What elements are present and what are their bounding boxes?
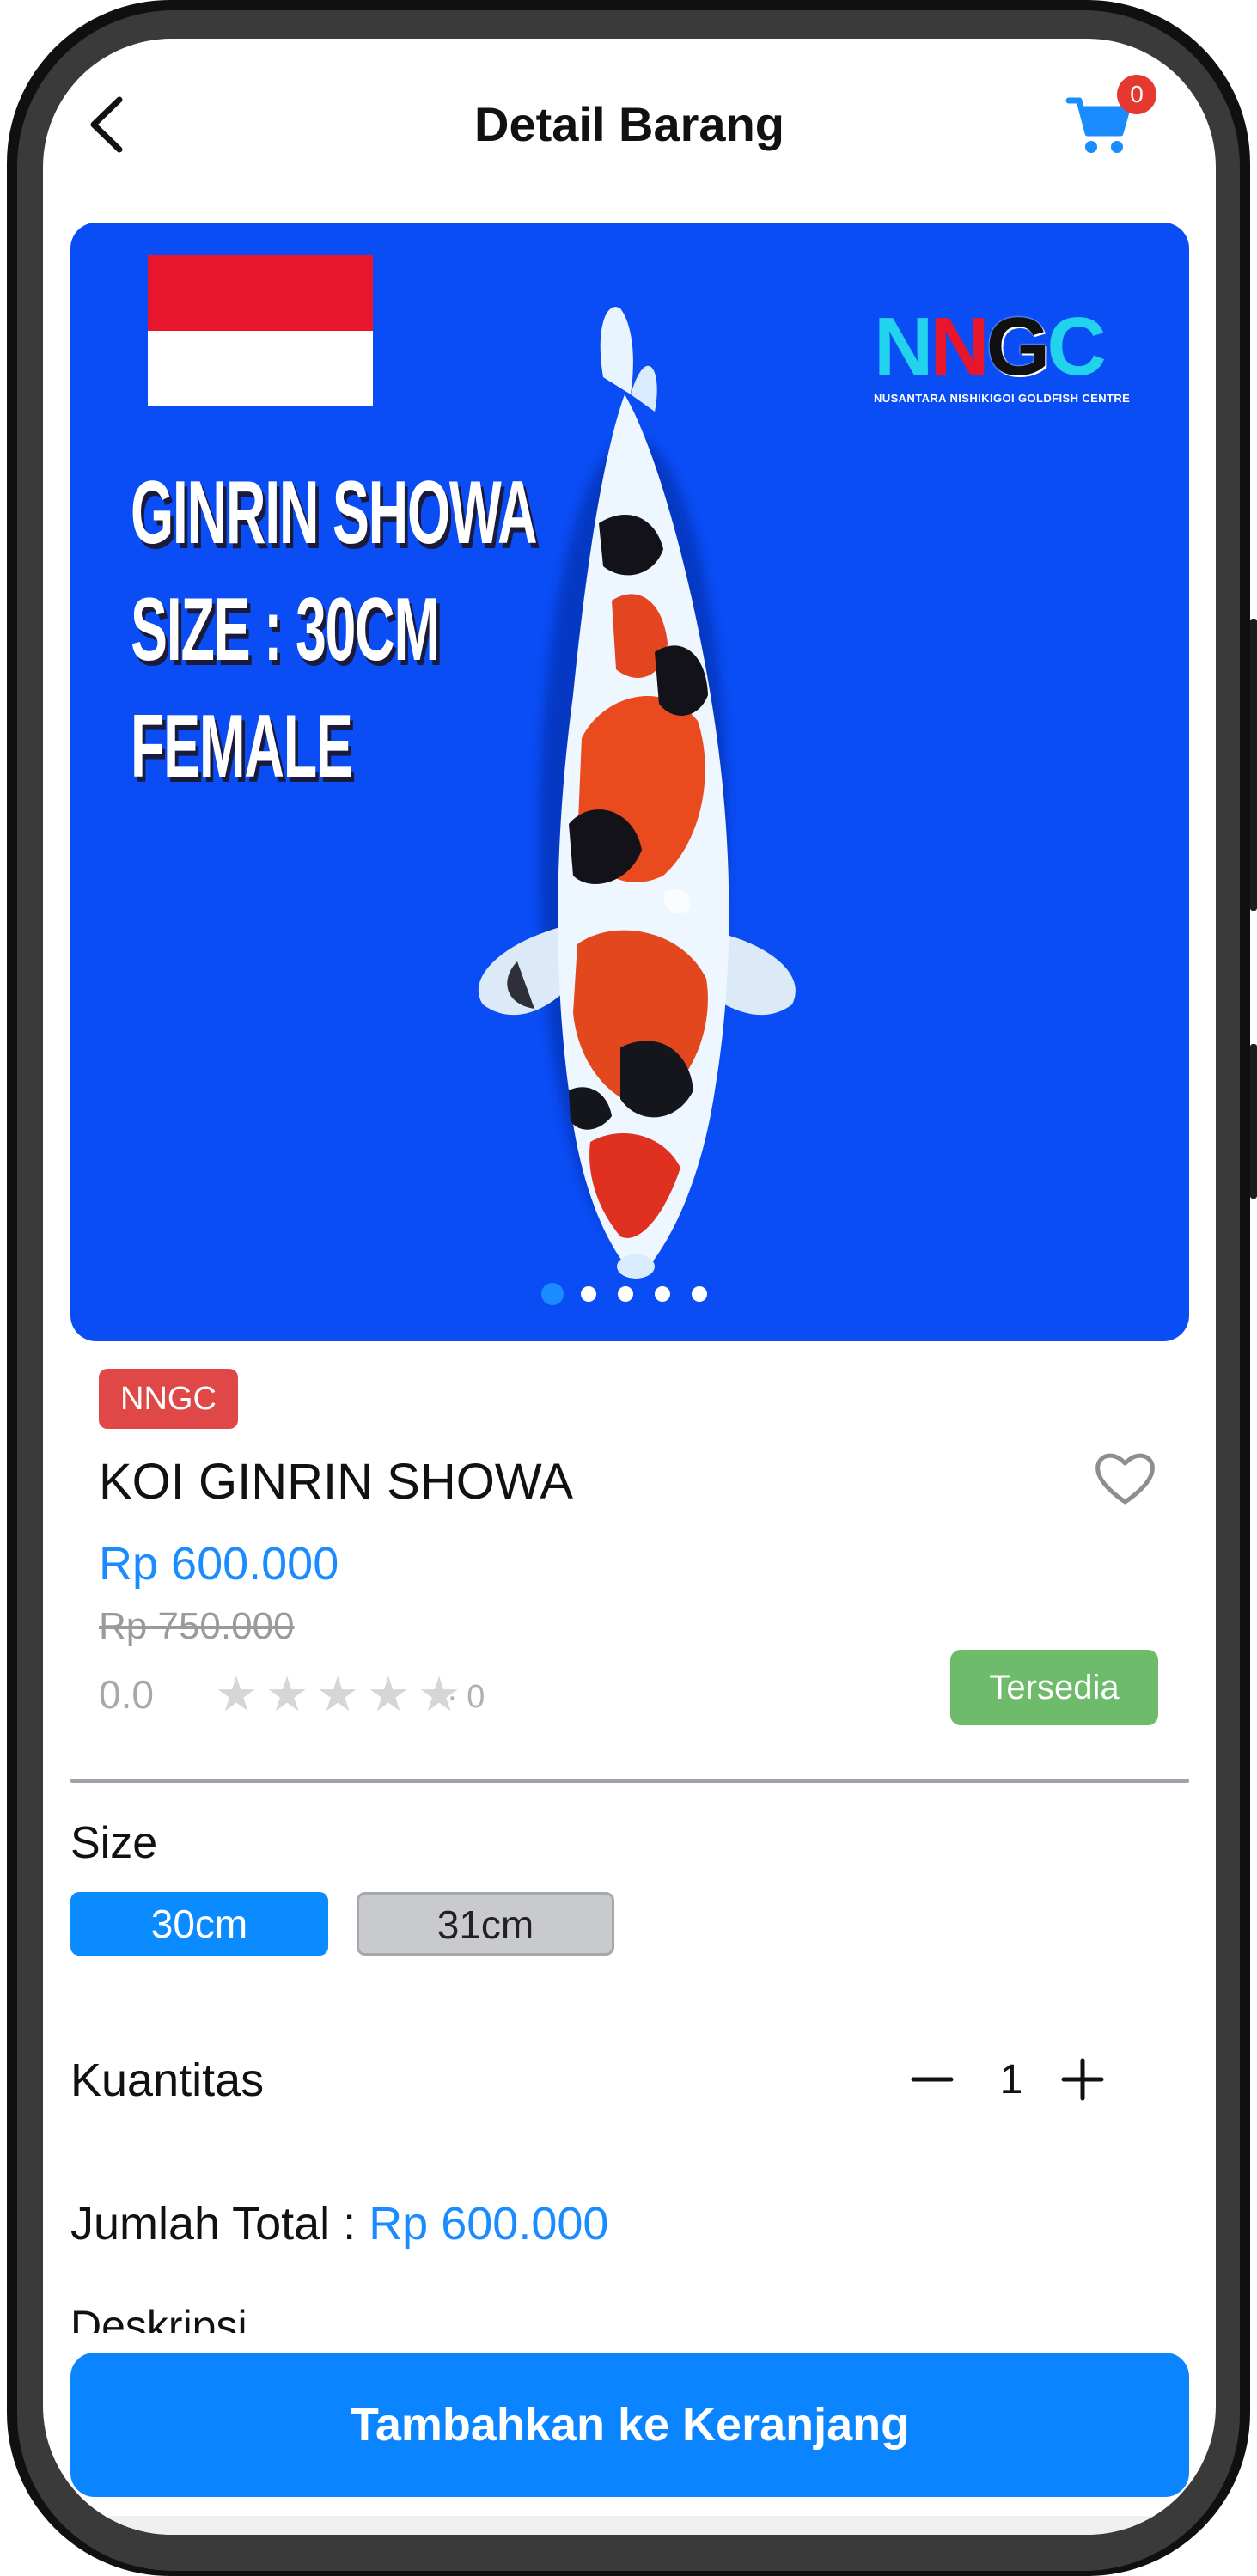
carousel-dot[interactable] — [655, 1286, 670, 1302]
review-count: · 0 — [447, 1679, 485, 1715]
koi-fish-image — [478, 307, 796, 1279]
quantity-label: Kuantitas — [70, 2054, 265, 2106]
quantity-value: 1 — [999, 2057, 1023, 2103]
star-icon: ★ — [316, 1667, 360, 1721]
product-name: KOI GINRIN SHOWA — [99, 1454, 574, 1510]
decrease-quantity-button[interactable] — [906, 2049, 958, 2109]
rating-value: 0.0 — [99, 1672, 154, 1717]
phone-side-button — [1250, 619, 1257, 911]
product-old-price: Rp 750.000 — [99, 1605, 295, 1647]
size-option-31cm[interactable]: 31cm — [357, 1892, 614, 1956]
star-icon: ★ — [215, 1667, 259, 1721]
carousel-dot[interactable] — [692, 1286, 707, 1302]
favorite-heart-icon[interactable] — [1093, 1448, 1157, 1508]
phone-frame: Detail Barang 0 GINRIN SHOWA SIZE : 30CM… — [0, 0, 1257, 2576]
increase-quantity-button[interactable] — [1057, 2049, 1108, 2109]
logo-text: NNGC — [874, 301, 1107, 393]
indonesia-flag-icon — [148, 255, 373, 406]
carousel-dot[interactable] — [618, 1286, 633, 1302]
star-icon: ★ — [367, 1667, 411, 1721]
phone-side-button-2 — [1250, 1044, 1257, 1199]
page-title: Detail Barang — [474, 97, 784, 151]
description-label: Deskripsi — [70, 2302, 247, 2333]
size-option-30cm[interactable]: 30cm — [70, 1892, 328, 1956]
cart-count-badge: 0 — [1117, 75, 1156, 114]
total-label: Jumlah Total : — [70, 2198, 369, 2249]
carousel-dot[interactable] — [581, 1286, 596, 1302]
logo-subtitle: NUSANTARA NISHIKIGOI GOLDFISH CENTRE — [874, 392, 1131, 405]
total-amount: Jumlah Total : Rp 600.000 — [70, 2191, 608, 2256]
carousel-dot[interactable] — [541, 1283, 564, 1305]
bottom-bar — [43, 2516, 1216, 2535]
nngc-logo: NNGC NUSANTARA NISHIKIGOI GOLDFISH CENTR… — [874, 304, 1149, 407]
size-label: Size — [70, 1818, 158, 1868]
screen: Detail Barang 0 GINRIN SHOWA SIZE : 30CM… — [43, 39, 1216, 2535]
product-price: Rp 600.000 — [99, 1538, 339, 1590]
product-image-carousel[interactable]: GINRIN SHOWA SIZE : 30CM FEMALE NNGC NUS… — [70, 223, 1189, 1341]
carousel-indicators — [70, 1278, 1189, 1312]
divider — [70, 1779, 1189, 1783]
total-value: Rp 600.000 — [369, 2198, 609, 2249]
star-icon: ★ — [265, 1667, 309, 1721]
add-to-cart-button[interactable]: Tambahkan ke Keranjang — [70, 2353, 1189, 2497]
brand-badge: NNGC — [99, 1369, 238, 1429]
app-header: Detail Barang 0 — [43, 39, 1216, 219]
stock-status-badge: Tersedia — [950, 1650, 1158, 1725]
